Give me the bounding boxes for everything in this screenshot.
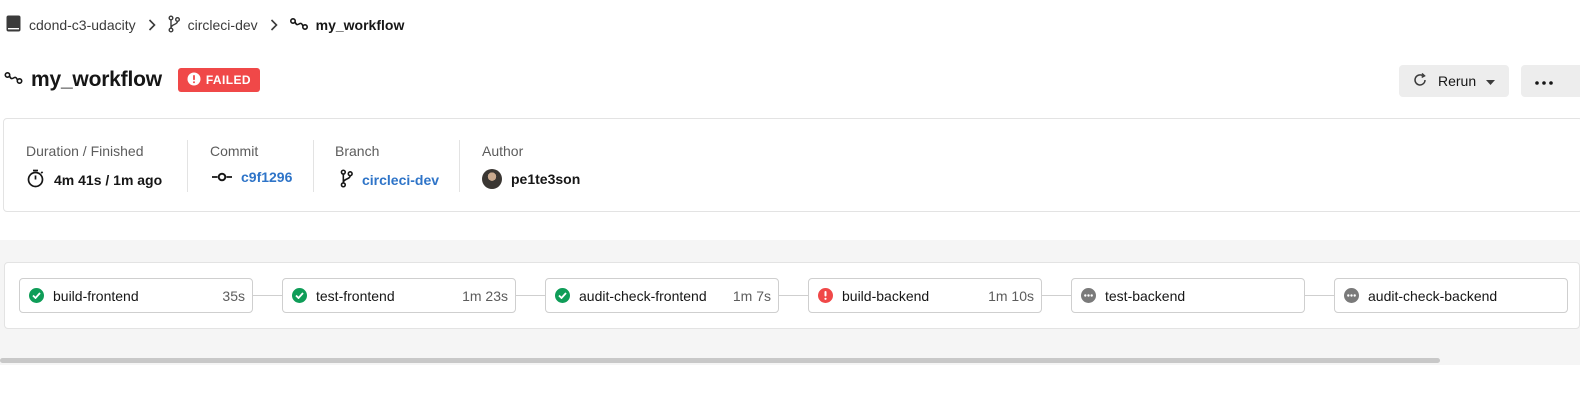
job-name: build-backend bbox=[842, 287, 930, 304]
breadcrumb: cdond-c3-udacity circleci-dev my_workflo… bbox=[6, 14, 404, 36]
breadcrumb-project[interactable]: cdond-c3-udacity bbox=[6, 15, 136, 35]
chevron-right-icon bbox=[148, 19, 156, 31]
breadcrumb-workflow[interactable]: my_workflow bbox=[289, 17, 405, 34]
workflow-header: my_workflow FAILED bbox=[4, 64, 260, 96]
divider bbox=[313, 140, 314, 192]
branch-label: Branch bbox=[335, 143, 380, 159]
commit-label: Commit bbox=[210, 143, 259, 159]
job-name: test-backend bbox=[1105, 287, 1186, 304]
job-duration: 1m 7s bbox=[732, 287, 771, 304]
rerun-button[interactable]: Rerun bbox=[1399, 65, 1509, 97]
divider bbox=[187, 140, 188, 192]
branch-icon bbox=[168, 15, 180, 36]
job-name: audit-check-backend bbox=[1368, 287, 1498, 304]
job-connector bbox=[253, 295, 283, 296]
commit-value-row: c9f1296 bbox=[212, 169, 292, 185]
breadcrumb-branch[interactable]: circleci-dev bbox=[168, 15, 258, 36]
job-test-backend[interactable]: test-backend bbox=[1071, 278, 1305, 313]
job-build-frontend[interactable]: build-frontend 35s bbox=[19, 278, 253, 313]
workflow-graph: build-frontend 35s test-frontend 1m 23s … bbox=[4, 262, 1580, 329]
job-name: test-frontend bbox=[316, 287, 395, 304]
breadcrumb-workflow-label: my_workflow bbox=[315, 17, 405, 33]
job-test-frontend[interactable]: test-frontend 1m 23s bbox=[282, 278, 516, 313]
not-run-icon bbox=[1344, 288, 1359, 303]
workflow-info-panel: Duration / Finished 4m 41s / 1m ago Comm… bbox=[3, 118, 1580, 212]
job-connector bbox=[1042, 295, 1072, 296]
job-name: audit-check-frontend bbox=[579, 287, 707, 304]
job-duration: 1m 10s bbox=[988, 287, 1034, 304]
status-badge: FAILED bbox=[177, 68, 260, 92]
book-icon bbox=[6, 15, 21, 35]
author-name: pe1te3son bbox=[511, 171, 581, 187]
stopwatch-icon bbox=[26, 169, 45, 191]
workflow-graph-area: build-frontend 35s test-frontend 1m 23s … bbox=[0, 240, 1580, 365]
branch-icon bbox=[340, 169, 353, 191]
job-duration: 1m 23s bbox=[462, 287, 508, 304]
duration-value-row: 4m 41s / 1m ago bbox=[26, 169, 162, 191]
author-value-row: pe1te3son bbox=[482, 169, 580, 189]
breadcrumb-project-label: cdond-c3-udacity bbox=[29, 17, 136, 33]
job-audit-check-backend[interactable]: audit-check-backend bbox=[1334, 278, 1568, 313]
branch-value-row: circleci-dev bbox=[340, 169, 439, 191]
not-run-icon bbox=[1081, 288, 1096, 303]
commit-icon bbox=[212, 169, 232, 185]
job-duration: 35s bbox=[222, 287, 245, 304]
job-audit-check-frontend[interactable]: audit-check-frontend 1m 7s bbox=[545, 278, 779, 313]
alert-icon bbox=[187, 72, 201, 89]
refresh-icon bbox=[1412, 72, 1428, 91]
workflow-icon bbox=[4, 71, 23, 90]
success-icon bbox=[555, 288, 570, 303]
page-title: my_workflow bbox=[31, 68, 162, 91]
job-connector bbox=[1305, 295, 1335, 296]
job-build-backend[interactable]: build-backend 1m 10s bbox=[808, 278, 1042, 313]
author-label: Author bbox=[482, 143, 524, 159]
job-connector bbox=[779, 295, 809, 296]
horizontal-scrollbar[interactable] bbox=[0, 358, 1440, 363]
more-options-button[interactable] bbox=[1521, 65, 1580, 97]
commit-link[interactable]: c9f1296 bbox=[241, 169, 292, 185]
failed-icon bbox=[818, 288, 833, 303]
caret-down-icon bbox=[1486, 73, 1496, 89]
divider bbox=[459, 140, 460, 192]
rerun-label: Rerun bbox=[1438, 73, 1477, 89]
chevron-right-icon bbox=[270, 19, 278, 31]
success-icon bbox=[29, 288, 44, 303]
ellipsis-icon bbox=[1535, 72, 1553, 90]
breadcrumb-branch-label: circleci-dev bbox=[187, 17, 258, 33]
job-name: build-frontend bbox=[53, 287, 139, 304]
success-icon bbox=[292, 288, 307, 303]
status-badge-label: FAILED bbox=[205, 73, 251, 87]
branch-link[interactable]: circleci-dev bbox=[362, 172, 439, 188]
job-connector bbox=[516, 295, 546, 296]
duration-label: Duration / Finished bbox=[26, 143, 144, 159]
duration-value: 4m 41s / 1m ago bbox=[54, 172, 163, 188]
workflow-icon bbox=[289, 17, 308, 34]
avatar bbox=[482, 169, 502, 189]
